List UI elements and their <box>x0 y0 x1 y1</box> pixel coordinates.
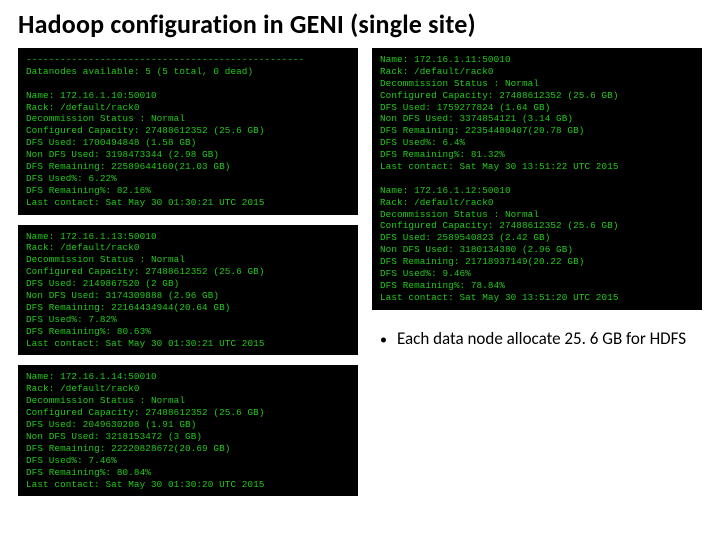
bullet-dot-icon: • <box>380 330 387 350</box>
terminal-panel-left-2: Name: 172.16.1.13:50010 Rack: /default/r… <box>18 225 358 356</box>
slide-title: Hadoop configuration in GENI (single sit… <box>18 8 702 40</box>
content-columns: ----------------------------------------… <box>18 48 702 496</box>
terminal-panel-left-3: Name: 172.16.1.14:50010 Rack: /default/r… <box>18 365 358 496</box>
right-column: Name: 172.16.1.11:50010 Rack: /default/r… <box>372 48 702 496</box>
terminal-panel-right: Name: 172.16.1.11:50010 Rack: /default/r… <box>372 48 702 310</box>
slide: Hadoop configuration in GENI (single sit… <box>0 0 720 540</box>
left-column: ----------------------------------------… <box>18 48 358 496</box>
bullet-item: • Each data node allocate 25. 6 GB for H… <box>372 324 702 350</box>
terminal-panel-left-1: ----------------------------------------… <box>18 48 358 215</box>
bullet-text: Each data node allocate 25. 6 GB for HDF… <box>397 328 686 350</box>
